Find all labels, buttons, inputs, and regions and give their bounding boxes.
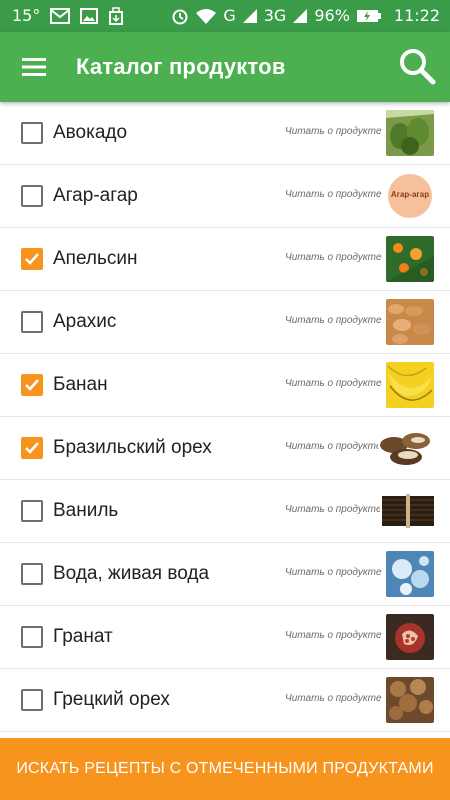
product-thumbnail[interactable] — [378, 425, 436, 471]
product-thumbnail[interactable] — [386, 551, 434, 597]
product-name: Гранат — [53, 626, 113, 647]
usb-icon — [108, 6, 124, 25]
product-thumbnail[interactable]: Агар-агар — [386, 173, 434, 219]
signal-icon-2 — [292, 8, 308, 24]
network-type-text: G — [223, 6, 236, 25]
list-item[interactable]: Грецкий орех Читать о продукте — [0, 669, 450, 732]
checkbox-checked[interactable] — [21, 374, 43, 396]
checkbox[interactable] — [21, 122, 43, 144]
read-about-link[interactable]: Читать о продукте — [285, 126, 382, 137]
search-recipes-button[interactable]: ИСКАТЬ РЕЦЕПТЫ С ОТМЕЧЕННЫМИ ПРОДУКТАМИ — [0, 738, 450, 800]
product-name: Авокадо — [53, 122, 128, 143]
wifi-icon — [195, 8, 217, 24]
product-thumbnail[interactable] — [386, 614, 434, 660]
temperature-text: 15° — [12, 6, 41, 25]
search-recipes-button-label: ИСКАТЬ РЕЦЕПТЫ С ОТМЕЧЕННЫМИ ПРОДУКТАМИ — [16, 760, 434, 777]
product-thumbnail[interactable] — [386, 677, 434, 723]
list-item[interactable]: Бразильский орех Читать о продукте — [0, 417, 450, 480]
read-about-link[interactable]: Читать о продукте — [285, 189, 382, 200]
list-item[interactable]: Гранат Читать о продукте — [0, 606, 450, 669]
product-thumbnail[interactable] — [380, 488, 436, 534]
checkbox[interactable] — [21, 689, 43, 711]
clock-text: 11:22 — [393, 6, 440, 25]
read-about-link[interactable]: Читать о продукте — [285, 567, 382, 578]
product-thumbnail[interactable] — [386, 236, 434, 282]
alarm-icon — [171, 7, 189, 25]
product-name: Апельсин — [53, 248, 138, 269]
read-about-link[interactable]: Читать о продукте — [285, 441, 382, 452]
checkbox[interactable] — [21, 626, 43, 648]
read-about-link[interactable]: Читать о продукте — [285, 378, 382, 389]
signal-icon — [242, 8, 258, 24]
checkbox[interactable] — [21, 500, 43, 522]
thumbnail-label: Агар-агар — [390, 190, 430, 199]
app-bar: Каталог продуктов — [0, 32, 450, 102]
product-name: Бразильский орех — [53, 437, 212, 458]
checkbox[interactable] — [21, 311, 43, 333]
checkbox-checked[interactable] — [21, 437, 43, 459]
list-item[interactable]: Агар-агар Читать о продукте Агар-агар — [0, 165, 450, 228]
checkbox[interactable] — [21, 185, 43, 207]
product-thumbnail[interactable] — [386, 362, 434, 408]
read-about-link[interactable]: Читать о продукте — [285, 315, 382, 326]
list-item[interactable]: Ваниль Читать о продукте — [0, 480, 450, 543]
read-about-link[interactable]: Читать о продукте — [285, 630, 382, 641]
product-name: Агар-агар — [53, 185, 138, 206]
network-type-3g-text: 3G — [263, 6, 287, 25]
status-bar: 15° G 3G 96% 11:22 — [0, 0, 450, 32]
search-icon[interactable] — [396, 45, 438, 87]
product-name: Вода, живая вода — [53, 563, 210, 584]
list-item[interactable]: Банан Читать о продукте — [0, 354, 450, 417]
list-item[interactable]: Арахис Читать о продукте — [0, 291, 450, 354]
image-icon — [80, 7, 99, 24]
page-title: Каталог продуктов — [76, 54, 286, 79]
list-item[interactable]: Вода, живая вода Читать о продукте — [0, 543, 450, 606]
product-name: Арахис — [53, 311, 117, 332]
read-about-link[interactable]: Читать о продукте — [285, 693, 382, 704]
checkbox[interactable] — [21, 563, 43, 585]
list-item[interactable]: Апельсин Читать о продукте — [0, 228, 450, 291]
product-name: Ваниль — [53, 500, 119, 521]
list-item[interactable]: Авокадо Читать о продукте — [0, 102, 450, 165]
hamburger-menu-icon[interactable] — [14, 49, 54, 85]
product-list: Авокадо Читать о продукте Агар-агар Чита… — [0, 102, 450, 732]
mail-icon — [50, 7, 71, 24]
product-name: Банан — [53, 374, 108, 395]
battery-percent-text: 96% — [314, 6, 350, 25]
product-thumbnail[interactable] — [386, 110, 434, 156]
checkbox-checked[interactable] — [21, 248, 43, 270]
product-name: Грецкий орех — [53, 689, 170, 710]
read-about-link[interactable]: Читать о продукте — [285, 504, 382, 515]
product-thumbnail[interactable] — [386, 299, 434, 345]
read-about-link[interactable]: Читать о продукте — [285, 252, 382, 263]
battery-charging-icon — [356, 9, 382, 23]
